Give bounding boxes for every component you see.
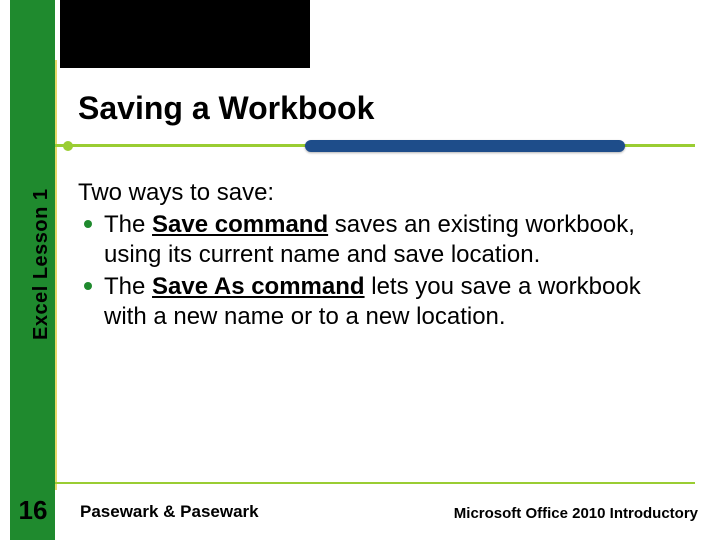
the-prefix: The [104,211,152,238]
the-prefix: The [104,273,152,300]
vertical-lesson-label: Excel Lesson 1 [30,188,53,340]
underline-bulge [305,140,625,152]
list-item: The Save command saves an existing workb… [104,210,690,270]
footer-divider [55,482,695,484]
footer-left: Pasewark & Pasewark [80,502,259,522]
keyword-saveas: Save As command [152,273,365,300]
footer-right: Microsoft Office 2010 Introductory [454,505,698,522]
page-number: 16 [15,495,51,526]
bullet-list: The Save command saves an existing workb… [78,210,690,332]
slide: Saving a Workbook Excel Lesson 1 Two way… [0,0,720,540]
body-content: Two ways to save: The Save command saves… [78,178,690,334]
top-dark-block [60,0,310,68]
list-item: The Save As command lets you save a work… [104,272,690,332]
body-intro: Two ways to save: [78,178,690,208]
title-underline [55,140,695,154]
underline-dot [63,141,73,151]
slide-title: Saving a Workbook [78,90,374,127]
keyword-save: Save command [152,211,328,238]
